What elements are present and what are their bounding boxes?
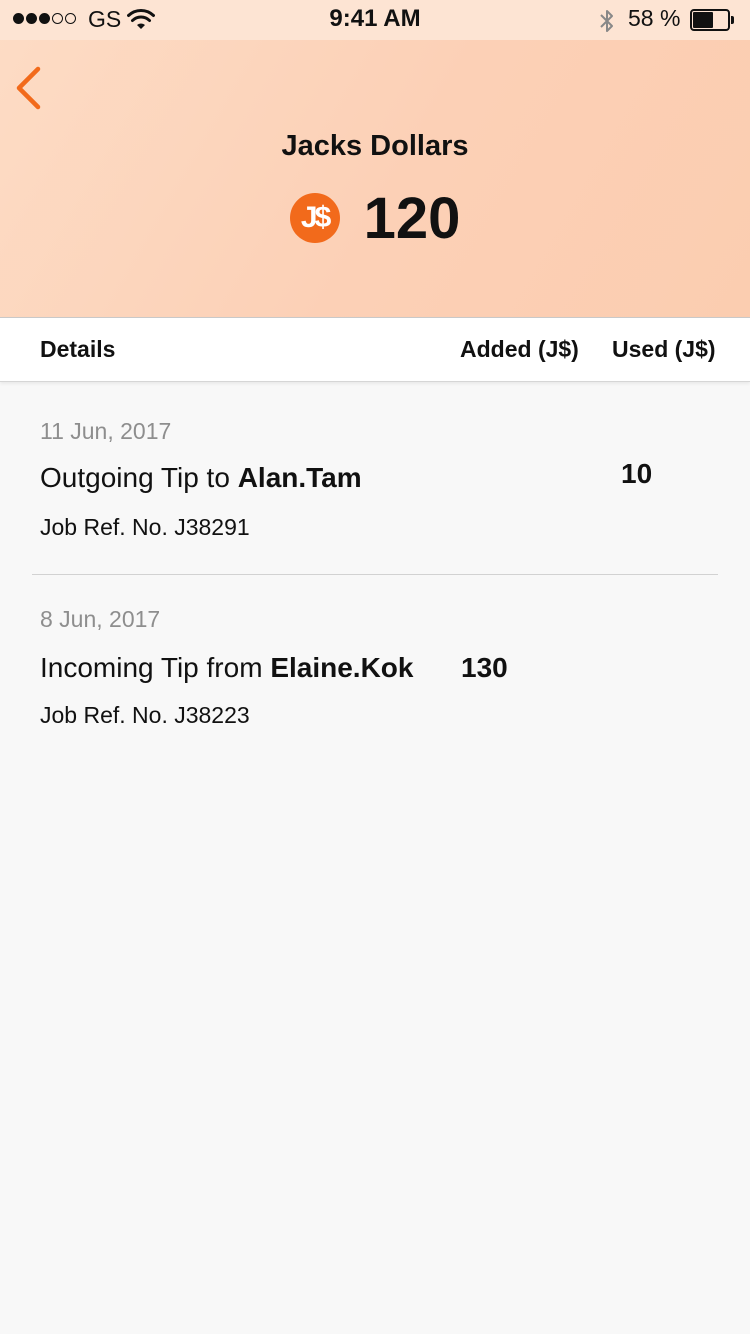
column-header-details: Details	[40, 336, 116, 362]
table-header: Details Added (J$) Used (J$)	[0, 317, 750, 382]
chevron-left-icon	[16, 66, 41, 110]
column-header-added: Added (J$)	[460, 336, 579, 362]
transaction-counterparty: Alan.Tam	[237, 462, 362, 493]
transaction-description: Incoming Tip from Elaine.Kok	[40, 652, 413, 684]
transaction-counterparty: Elaine.Kok	[270, 652, 414, 683]
battery-percentage: 58 %	[628, 5, 681, 31]
page-title: Jacks Dollars	[281, 130, 469, 162]
transaction-type: Incoming Tip from	[40, 652, 271, 683]
balance-display: J$ 120	[0, 183, 750, 253]
column-header-used: Used (J$)	[612, 336, 716, 362]
transaction-job-ref: Job Ref. No. J38291	[40, 514, 250, 540]
status-bar: GS 9:41 AM 58 %	[0, 0, 750, 40]
transaction-row[interactable]: 11 Jun, 2017 Outgoing Tip to Alan.Tam Jo…	[0, 382, 750, 575]
jacks-dollar-coin-icon: J$	[289, 193, 340, 243]
transaction-date: 8 Jun, 2017	[40, 606, 161, 632]
transaction-date: 11 Jun, 2017	[40, 418, 172, 444]
transaction-used-amount: 10	[621, 458, 653, 489]
balance-value: 120	[363, 185, 461, 251]
transaction-job-ref: Job Ref. No. J38223	[40, 702, 250, 728]
bluetooth-icon	[600, 10, 613, 32]
transaction-description: Outgoing Tip to Alan.Tam	[40, 462, 362, 494]
transaction-added-amount: 130	[461, 652, 508, 683]
battery-icon	[690, 9, 734, 31]
back-button[interactable]	[10, 62, 54, 114]
transaction-type: Outgoing Tip to	[40, 462, 238, 493]
transaction-row[interactable]: 8 Jun, 2017 Incoming Tip from Elaine.Kok…	[0, 575, 750, 765]
